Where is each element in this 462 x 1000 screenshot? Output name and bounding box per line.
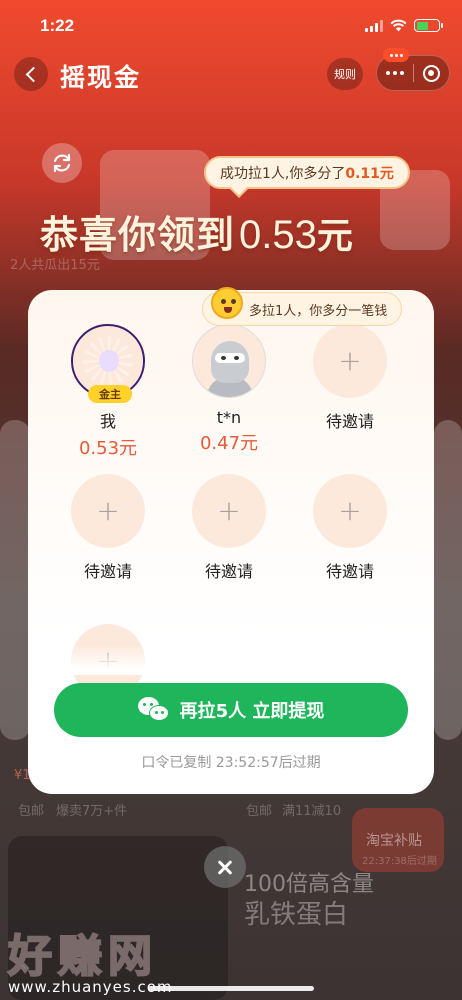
add-slot-circle[interactable]: +: [192, 474, 266, 548]
wechat-icon: [137, 697, 170, 723]
slot-empty[interactable]: + 待邀请: [58, 474, 158, 582]
success-bubble: 成功拉1人,你多分了 0.11元: [204, 156, 410, 189]
slot-name: 待邀请: [325, 412, 374, 431]
add-slot-circle[interactable]: +: [313, 324, 387, 398]
success-amount: 0.11元: [345, 165, 394, 182]
slot-name: 我: [99, 412, 116, 431]
refresh-button[interactable]: [42, 143, 82, 183]
invite-modal: 金主 我 0.53元 t*n 0.47元 + 待邀请 + 待邀请 + 待邀请 +…: [28, 290, 434, 794]
bg-label: 淘宝补贴: [366, 833, 422, 849]
watermark: 好赚网 www.zhuanyes.com: [7, 920, 173, 996]
bg-card: [434, 420, 462, 740]
status-time: 1:22: [40, 16, 75, 35]
congrats-text: 恭喜你领到: [40, 213, 236, 257]
slot-empty[interactable]: + 待邀请: [179, 474, 279, 582]
avatar: 金主: [71, 324, 145, 403]
page-title: 摇现金: [60, 63, 142, 92]
congrats-unit: 元: [316, 216, 353, 257]
close-icon[interactable]: [204, 846, 246, 888]
slot-name: 待邀请: [83, 562, 132, 581]
plus-icon: +: [96, 494, 120, 527]
slot-amount: 0.53元: [78, 438, 138, 459]
hint-text: 多拉1人，你多分一笔钱: [249, 303, 388, 319]
slot-amount: 0.47元: [199, 433, 259, 454]
plus-icon: +: [217, 494, 241, 527]
signal-icon: [365, 19, 383, 32]
plus-icon: +: [338, 344, 362, 377]
more-menu-button[interactable]: [377, 71, 413, 75]
add-slot-circle[interactable]: +: [313, 474, 387, 548]
slot-empty[interactable]: + 待邀请: [300, 474, 400, 582]
expire-text: 口令已复制 23:52:57后过期: [141, 755, 321, 771]
plus-icon: +: [338, 494, 362, 527]
status-bar: 1:22: [0, 0, 462, 48]
bg-label: 爆卖7万+件: [56, 804, 128, 819]
cta-label: 再拉5人 立即提现: [179, 701, 325, 722]
home-indicator: [148, 986, 314, 991]
invite-slots: 金主 我 0.53元 t*n 0.47元 + 待邀请 + 待邀请 + 待邀请 +…: [28, 290, 434, 698]
bg-label: 乳铁蛋白: [244, 900, 349, 930]
battery-icon: [414, 19, 443, 32]
watermark-brand: 好赚网: [7, 930, 158, 983]
wifi-icon: [390, 19, 407, 32]
slot-name: 待邀请: [325, 562, 374, 581]
bg-label: 22:37:38后过期: [362, 856, 437, 867]
slot-name: 待邀请: [204, 562, 253, 581]
bg-label: 包邮: [18, 804, 45, 819]
bg-card: [0, 420, 30, 740]
invite-withdraw-button[interactable]: 再拉5人 立即提现: [54, 683, 408, 737]
avatar: [192, 324, 266, 398]
back-button[interactable]: [14, 57, 48, 91]
bg-label: 满11减10: [282, 804, 342, 819]
surprised-emoji-icon: [211, 287, 243, 319]
target-icon: [422, 64, 440, 82]
congrats-amount: 0.53: [239, 213, 317, 257]
notification-badge: [383, 48, 409, 62]
slot-empty[interactable]: + 待邀请: [300, 324, 400, 432]
hint-bubble: 多拉1人，你多分一笔钱: [202, 287, 403, 326]
scroll-fade: [28, 645, 434, 675]
chevron-left-icon: [25, 66, 41, 82]
gold-owner-badge: 金主: [88, 385, 132, 403]
congrats-heading: 恭喜你领到 0.53 元: [40, 204, 353, 259]
status-icons: [365, 19, 443, 32]
close-miniapp-button[interactable]: [414, 64, 449, 82]
bg-label: 包邮: [246, 804, 273, 819]
add-slot-circle[interactable]: +: [71, 474, 145, 548]
slot-name: t*n: [216, 408, 242, 427]
slot-me: 金主 我 0.53元: [58, 324, 158, 460]
rules-button[interactable]: 规则: [327, 58, 363, 90]
refresh-icon: [53, 153, 71, 173]
success-text: 成功拉1人,你多分了: [220, 165, 346, 182]
slot-friend: t*n 0.47元: [179, 324, 279, 455]
